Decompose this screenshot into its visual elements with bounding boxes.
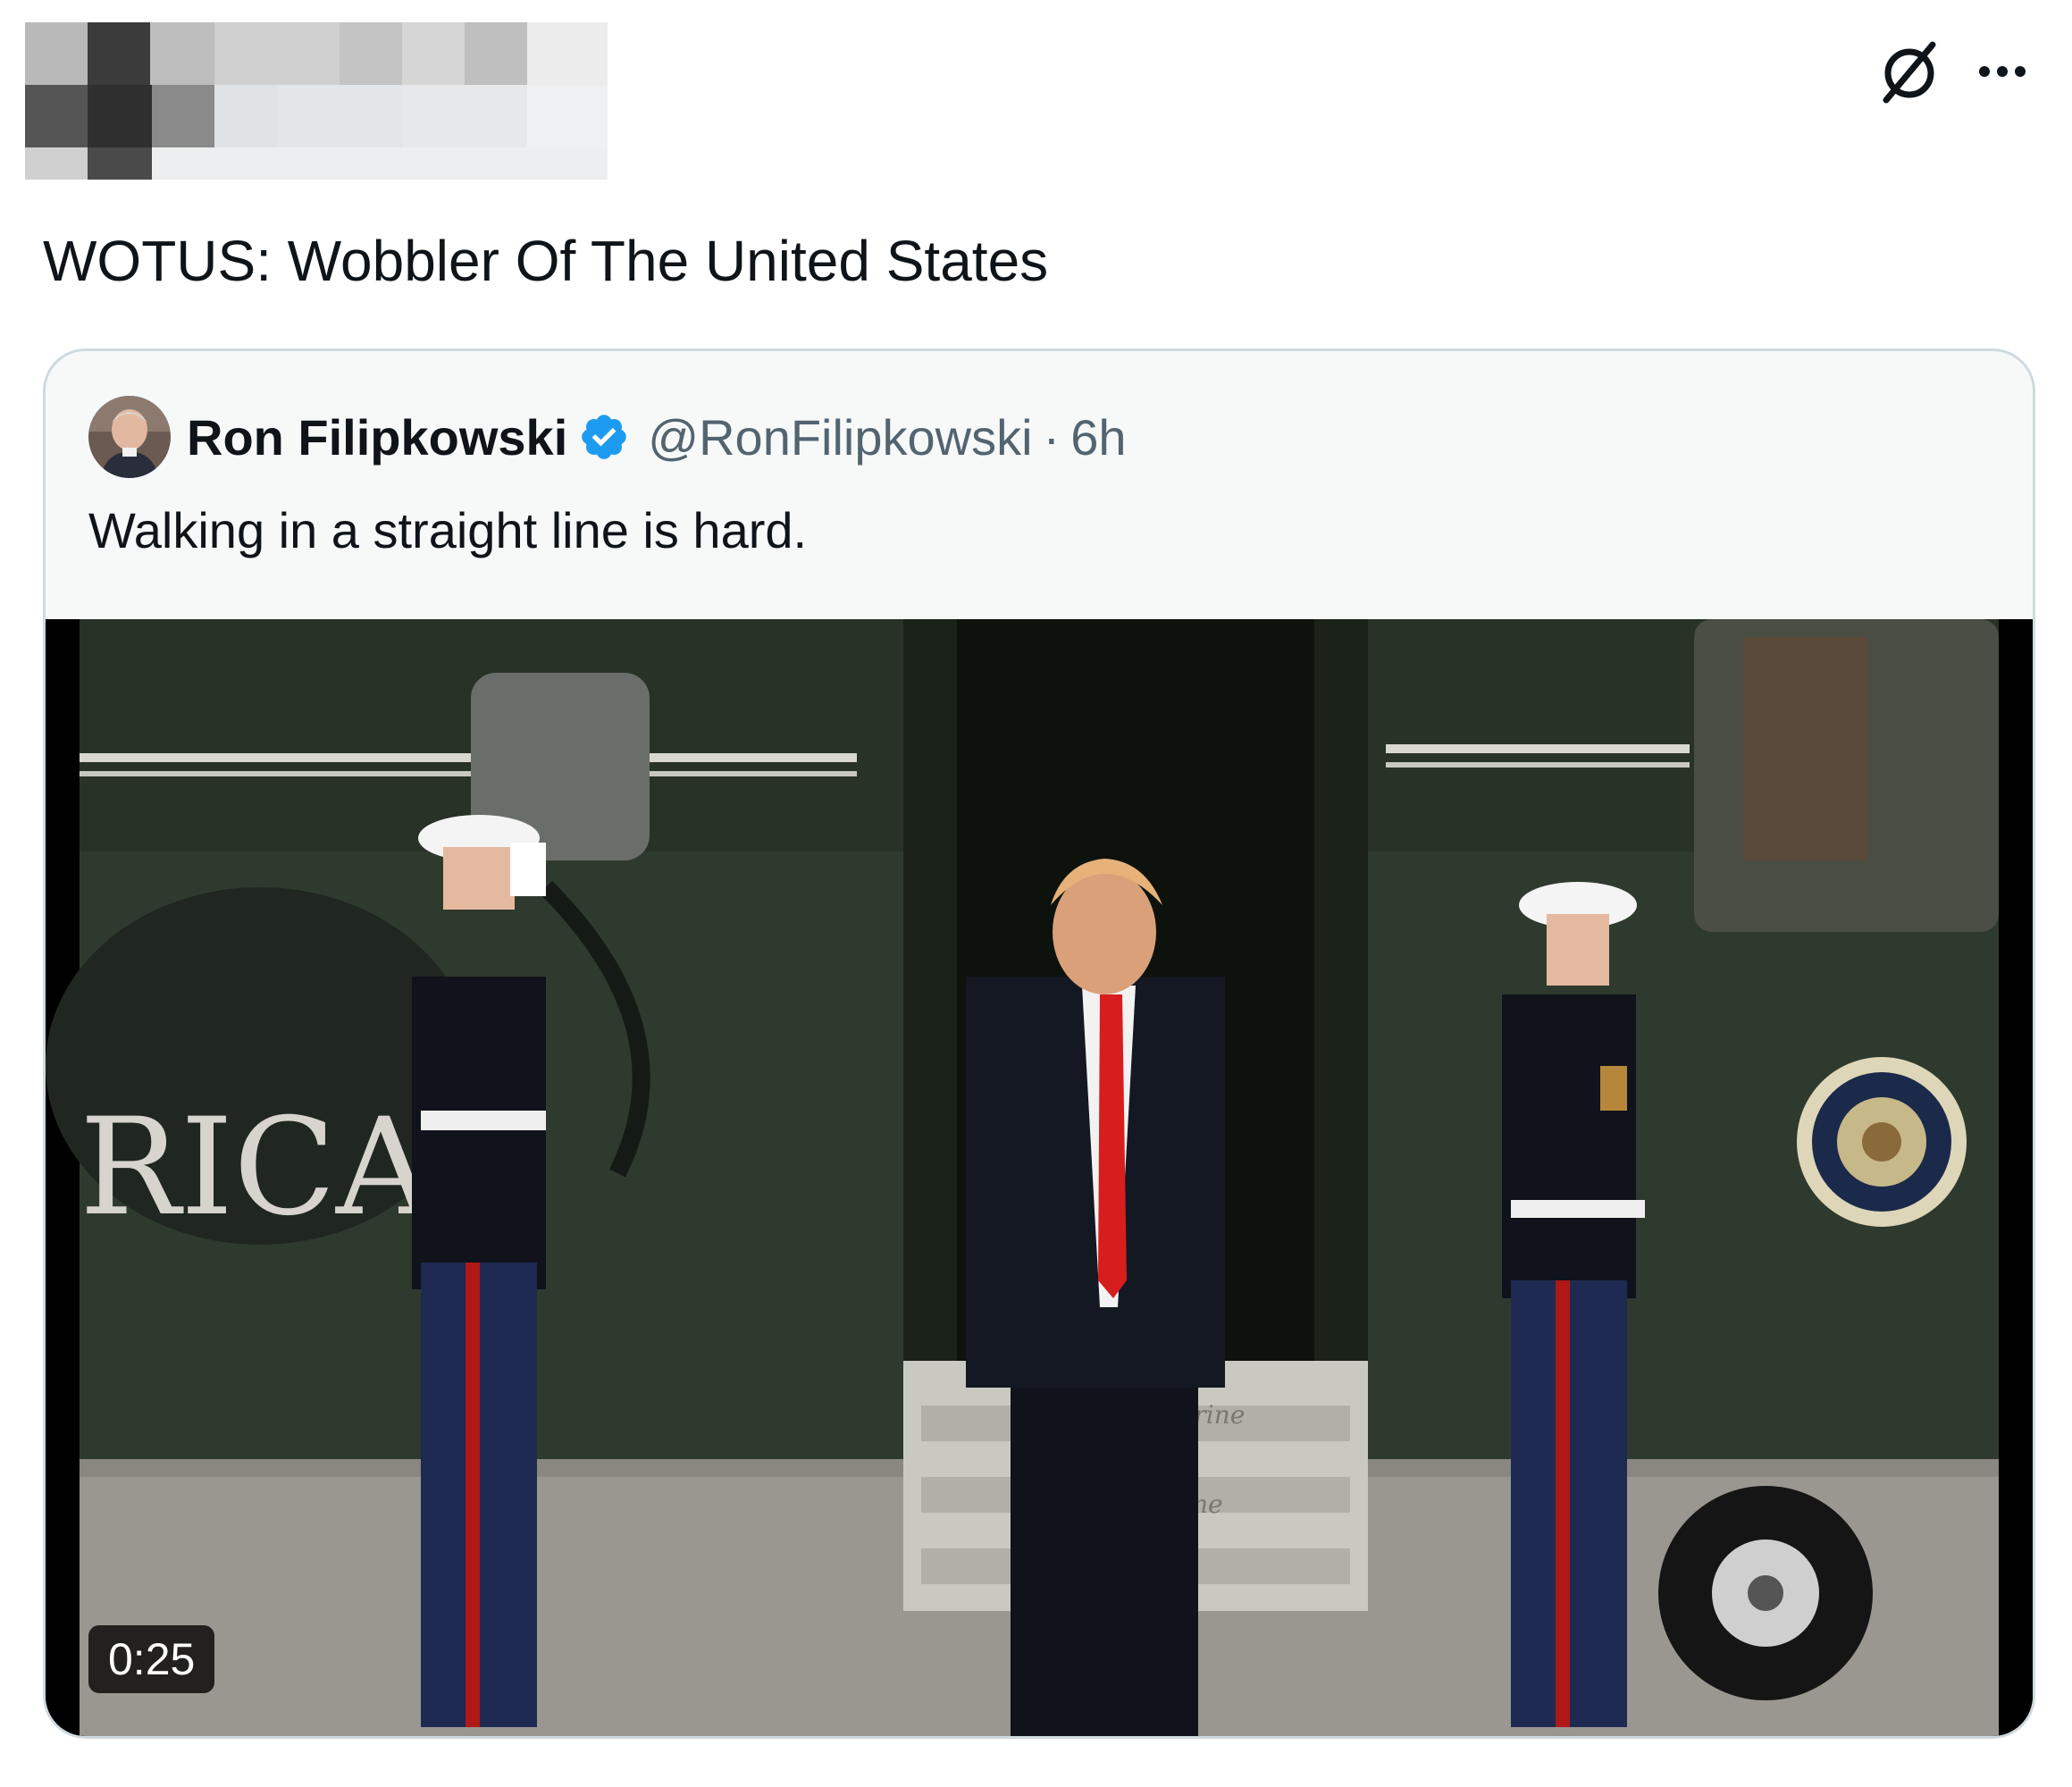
avatar[interactable] [88, 396, 171, 478]
quoted-author-name[interactable]: Ron Filipkowski [187, 408, 567, 466]
video-frame: Marine One RICA [46, 619, 2033, 1736]
quoted-tweet-text: Walking in a straight line is hard. [88, 502, 808, 558]
separator-dot: · [1043, 408, 1061, 466]
quoted-tweet-header: Ron Filipkowski @RonFilipkowski · 6h Wal… [46, 351, 2033, 619]
quoted-author-handle[interactable]: @RonFilipkowski [648, 408, 1032, 466]
verified-badge-icon [578, 411, 630, 463]
helicopter-lettering: RICA [80, 1090, 434, 1246]
blurred-account-header [25, 22, 608, 180]
quoted-author-row: Ron Filipkowski @RonFilipkowski · 6h [88, 394, 1127, 480]
tweet-text: WOTUS: Wobbler Of The United States [43, 229, 1049, 293]
quoted-timestamp[interactable]: 6h [1070, 408, 1126, 466]
tweet-actions-top [1874, 36, 2027, 107]
more-horizontal-icon[interactable] [1977, 63, 2027, 80]
slash-circle-icon[interactable] [1874, 36, 1945, 107]
video-duration-badge: 0:25 [88, 1625, 215, 1693]
video-player[interactable]: Marine One RICA [46, 619, 2033, 1736]
quoted-tweet-card[interactable]: Ron Filipkowski @RonFilipkowski · 6h Wal… [43, 348, 2035, 1739]
